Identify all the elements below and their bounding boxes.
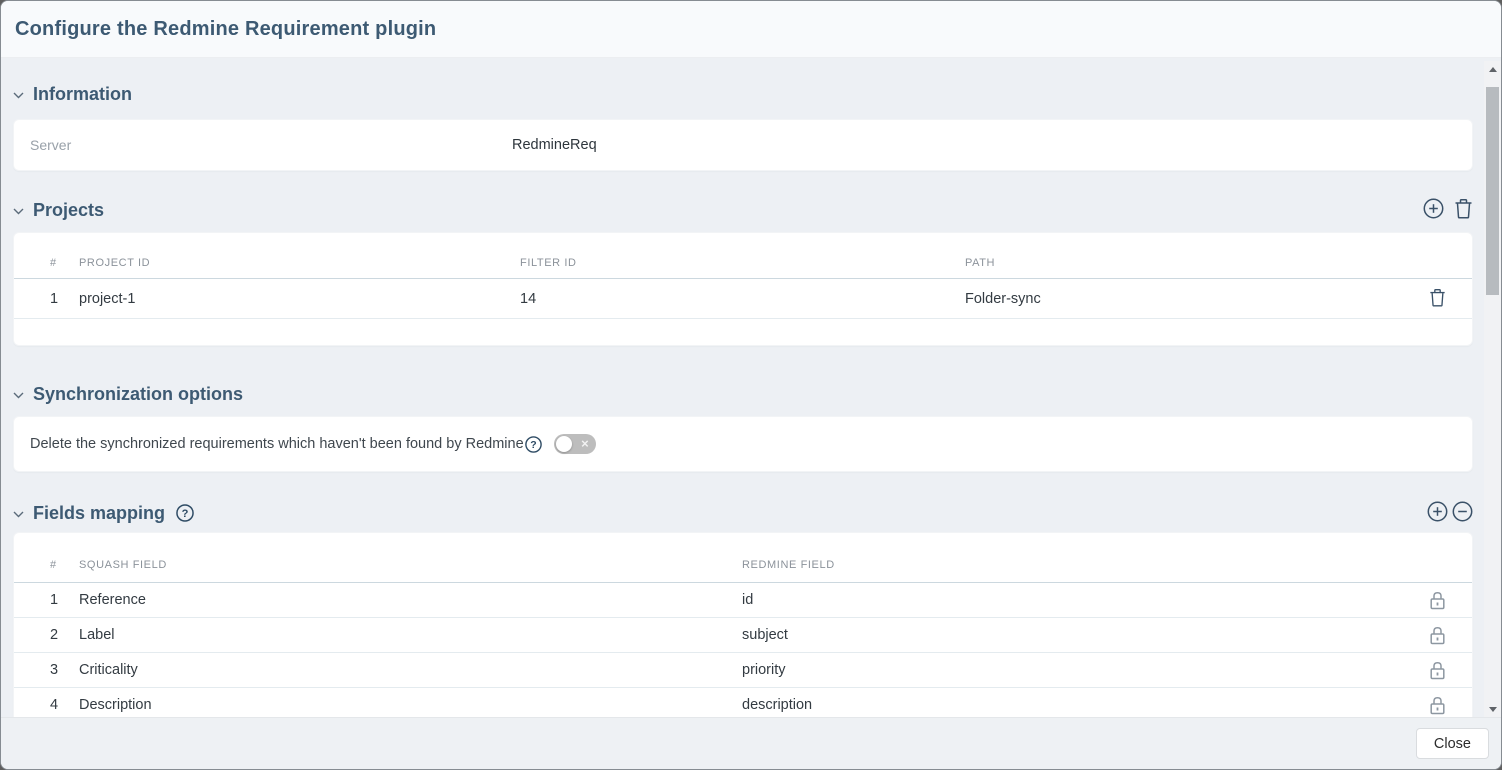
lock-icon [1402,626,1472,645]
help-circle-icon[interactable]: ? [525,436,542,453]
server-value: RedmineReq [512,137,597,153]
col-header-redmine-field: REDMINE FIELD [742,559,1402,571]
dialog-header: Configure the Redmine Requirement plugin [1,1,1501,58]
squash-field-cell: Reference [79,592,742,608]
field-mapping-row: 3 Criticality priority [14,653,1472,688]
row-index: 2 [50,627,79,643]
row-index: 4 [50,697,79,713]
chevron-down-icon[interactable] [13,208,24,215]
fields-table-header: # SQUASH FIELD REDMINE FIELD [14,547,1472,583]
trash-icon [1429,288,1446,310]
section-header-information: Information [13,79,1473,109]
plus-circle-icon [1423,198,1444,222]
remove-field-mapping-button[interactable] [1452,501,1473,525]
col-header-squash-field: SQUASH FIELD [79,559,742,571]
filter-id-cell[interactable]: 14 [520,291,965,307]
help-circle-icon[interactable]: ? [176,504,194,522]
delete-sync-requirements-label: Delete the synchronized requirements whi… [30,436,524,452]
chevron-down-icon[interactable] [13,92,24,99]
information-card: Server RedmineReq [13,119,1473,171]
delete-projects-button[interactable] [1454,198,1473,222]
path-cell[interactable]: Folder-sync [965,291,1402,307]
delete-project-row-button[interactable] [1429,288,1446,310]
col-header-filter-id: FILTER ID [520,257,965,269]
delete-sync-requirements-toggle[interactable]: × [554,434,596,454]
section-title-sync-options: Synchronization options [33,384,243,405]
projects-card: # PROJECT ID FILTER ID PATH 1 project-1 … [13,232,1473,346]
section-title-fields-mapping: Fields mapping [33,503,165,524]
project-id-cell[interactable]: project-1 [79,291,520,307]
add-field-mapping-button[interactable] [1427,501,1448,525]
toggle-off-x-icon: × [581,435,589,453]
redmine-plugin-config-dialog: Configure the Redmine Requirement plugin… [0,0,1502,770]
fields-mapping-card: # SQUASH FIELD REDMINE FIELD 1 Reference… [13,532,1473,717]
trash-icon [1454,198,1473,222]
field-mapping-row: 4 Description description [14,688,1472,717]
row-index: 1 [50,291,79,307]
lock-icon [1402,661,1472,680]
row-index: 3 [50,662,79,678]
close-button[interactable]: Close [1416,728,1489,759]
col-header-path: PATH [965,257,1402,269]
scrollbar-down-arrow-icon[interactable] [1484,701,1501,717]
scrollbar-up-arrow-icon[interactable] [1484,61,1501,77]
lock-icon [1402,696,1472,715]
svg-text:?: ? [182,508,189,520]
row-index: 1 [50,592,79,608]
plus-circle-icon [1427,501,1448,525]
redmine-field-cell: subject [742,627,1402,643]
projects-table-header: # PROJECT ID FILTER ID PATH [14,247,1472,279]
section-title-information: Information [33,84,132,105]
squash-field-cell: Label [79,627,742,643]
vertical-scrollbar[interactable] [1484,61,1501,717]
dialog-footer: Close [1,717,1501,769]
dialog-title: Configure the Redmine Requirement plugin [15,18,436,41]
section-header-fields-mapping: Fields mapping ? [13,498,1473,528]
redmine-field-cell: priority [742,662,1402,678]
squash-field-cell: Description [79,697,742,713]
project-table-row: 1 project-1 14 Folder-sync [14,279,1472,319]
field-mapping-row: 1 Reference id [14,583,1472,618]
dialog-body: Information Server RedmineReq Projects [1,59,1501,717]
section-title-projects: Projects [33,200,104,221]
redmine-field-cell: description [742,697,1402,713]
redmine-field-cell: id [742,592,1402,608]
field-mapping-row: 2 Label subject [14,618,1472,653]
col-header-index: # [50,559,79,571]
section-header-sync-options: Synchronization options [13,379,1473,409]
section-header-projects: Projects [13,195,1473,225]
col-header-index: # [50,257,79,269]
col-header-project-id: PROJECT ID [79,257,520,269]
scrollbar-thumb[interactable] [1486,87,1499,295]
add-project-button[interactable] [1423,198,1444,222]
toggle-knob [556,436,572,452]
svg-text:?: ? [530,439,536,451]
lock-icon [1402,591,1472,610]
minus-circle-icon [1452,501,1473,525]
chevron-down-icon[interactable] [13,392,24,399]
sync-options-card: Delete the synchronized requirements whi… [13,416,1473,472]
chevron-down-icon[interactable] [13,511,24,518]
server-label: Server [30,137,512,153]
squash-field-cell: Criticality [79,662,742,678]
